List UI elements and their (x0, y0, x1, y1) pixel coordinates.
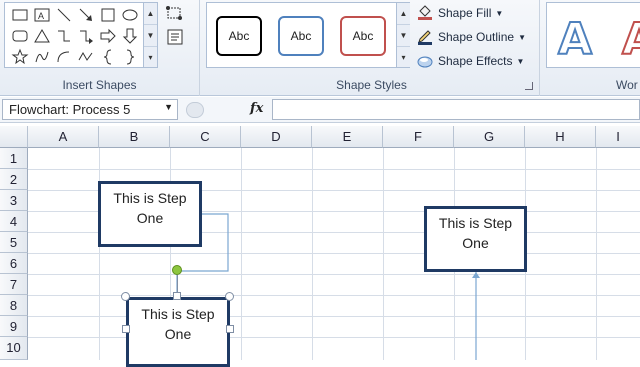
shape-style-red[interactable]: Abc (340, 16, 386, 56)
shape-styles-label: Shape Styles (336, 78, 407, 92)
right-arrow-shape-icon[interactable] (99, 27, 117, 45)
wordart-styles-label: Wor (616, 78, 638, 92)
shape-styles-scroll[interactable]: ▲ ▼ ▾ (396, 3, 410, 67)
flowchart-process-3[interactable]: This is Step One (424, 206, 527, 272)
shape-fill-button[interactable]: Shape Fill ▼ (416, 2, 503, 24)
textbox-shape-icon[interactable]: A (33, 6, 51, 24)
line-shape-icon[interactable] (55, 6, 73, 24)
shape-style-blue[interactable]: Abc (278, 16, 324, 56)
formula-input[interactable] (272, 99, 640, 120)
resize-handle-right[interactable] (226, 325, 234, 333)
pencil-icon (416, 29, 434, 45)
down-arrow-shape-icon[interactable] (121, 27, 139, 45)
name-box[interactable]: Flowchart: Process 5 ▼ (2, 99, 178, 120)
resize-handle-top-left[interactable] (121, 292, 130, 301)
dropdown-arrow-icon: ▼ (495, 8, 504, 18)
worksheet-grid[interactable]: A B C D E F G H I 1 2 3 4 5 6 7 8 9 10 T… (0, 126, 640, 367)
dropdown-arrow-icon: ▼ (516, 56, 525, 66)
insert-shapes-label: Insert Shapes (62, 78, 137, 92)
connector-lines[interactable] (0, 126, 640, 360)
resize-handle-left[interactable] (122, 325, 130, 333)
dropdown-arrow-icon: ▼ (518, 32, 526, 42)
scroll-down-icon[interactable]: ▼ (397, 25, 410, 47)
star-shape-icon[interactable] (11, 48, 29, 66)
shapes-gallery-scroll[interactable]: ▲ ▼ ▾ (143, 3, 157, 67)
right-brace-shape-icon[interactable] (121, 48, 139, 66)
shape-outline-button[interactable]: Shape Outline ▼ (416, 26, 526, 48)
arrow-line-shape-icon[interactable] (77, 6, 95, 24)
wordart-sample-red[interactable]: A (621, 13, 640, 66)
oval-shape-icon[interactable] (121, 6, 139, 24)
ribbon: A ▲ ▼ ▾ Insert Shapes Abc Abc Abc ▲ ▼ ▾ … (0, 0, 640, 96)
wordart-sample-outline[interactable]: A (557, 13, 593, 66)
name-box-value: Flowchart: Process 5 (9, 102, 131, 117)
dialog-launcher-icon[interactable] (525, 82, 533, 90)
shape-fill-label: Shape Fill (438, 6, 492, 20)
shape-effects-button[interactable]: Shape Effects ▼ (416, 50, 524, 72)
name-box-dropdown-icon[interactable]: ▼ (164, 102, 173, 112)
elbow-connector-shape-icon[interactable] (55, 27, 73, 45)
resize-handle-top[interactable] (173, 292, 181, 300)
wordart-group: A A Wor (544, 0, 640, 96)
formula-bar-splitter[interactable] (186, 102, 204, 118)
paint-bucket-icon (416, 5, 434, 21)
arc-shape-icon[interactable] (55, 48, 73, 66)
scroll-down-icon[interactable]: ▼ (144, 25, 157, 47)
more-icon[interactable]: ▾ (144, 47, 157, 69)
resize-handle-top-right[interactable] (225, 292, 234, 301)
scroll-up-icon[interactable]: ▲ (397, 3, 410, 25)
insert-shapes-group: A ▲ ▼ ▾ Insert Shapes (0, 0, 200, 96)
more-icon[interactable]: ▾ (397, 47, 410, 69)
flowchart-process-5[interactable]: This is Step One (126, 297, 230, 367)
edit-shape-icon[interactable] (164, 4, 186, 22)
formula-bar: Flowchart: Process 5 ▼ fx (0, 97, 640, 123)
shape-style-black[interactable]: Abc (216, 16, 262, 56)
rectangle-shape-icon[interactable] (11, 6, 29, 24)
scroll-up-icon[interactable]: ▲ (144, 3, 157, 25)
rounded-rectangle-shape-icon[interactable] (11, 27, 29, 45)
curve-shape-icon[interactable] (33, 48, 51, 66)
rotate-handle[interactable] (172, 265, 182, 275)
insert-function-icon[interactable]: fx (250, 101, 263, 116)
shape-effects-label: Shape Effects (438, 54, 513, 68)
flowchart-process-1[interactable]: This is Step One (98, 181, 202, 247)
left-brace-shape-icon[interactable] (99, 48, 117, 66)
elbow-arrow-shape-icon[interactable] (77, 27, 95, 45)
shape-outline-label: Shape Outline (438, 30, 515, 44)
textbox-icon[interactable] (164, 28, 186, 46)
triangle-shape-icon[interactable] (33, 27, 51, 45)
shapes-gallery[interactable]: A ▲ ▼ ▾ (4, 2, 158, 68)
svg-text:A: A (38, 11, 44, 21)
effects-icon (416, 53, 434, 69)
square-shape-icon[interactable] (99, 6, 117, 24)
freeform-shape-icon[interactable] (77, 48, 95, 66)
